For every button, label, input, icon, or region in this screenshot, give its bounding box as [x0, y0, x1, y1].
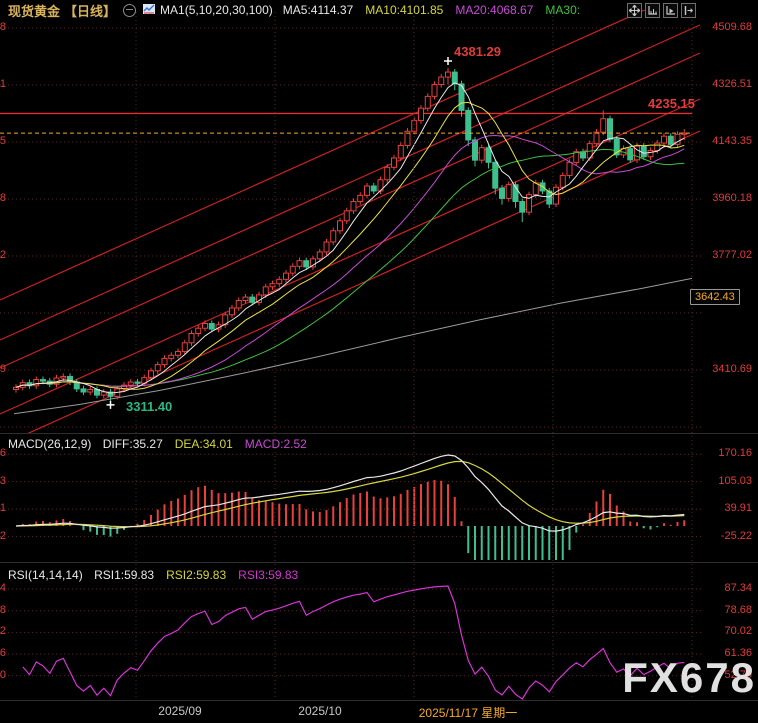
- rsi-axis-label-left: 78.68: [0, 603, 6, 616]
- collapse-icon[interactable]: [123, 3, 137, 17]
- ma-params-label: MA1(5,10,20,30,100): [160, 3, 273, 17]
- chart-type-icon[interactable]: [143, 3, 156, 18]
- macd-axis-label: -25.22: [720, 529, 752, 542]
- price-axis-label: 4509.68: [712, 21, 752, 33]
- indicator-play-icon[interactable]: [663, 3, 678, 18]
- rsi-axis-label: 87.34: [724, 582, 752, 594]
- price-axis-label-left: 3960.18: [0, 192, 6, 204]
- rsi-params-label: RSI(14,14,14): [8, 568, 83, 582]
- price-axis-label-left: 3777.02: [0, 249, 6, 261]
- macd-axis-label-left: 170.16: [0, 447, 6, 460]
- pane-divider: [0, 562, 758, 563]
- macd-params-label: MACD(26,12,9): [8, 437, 92, 451]
- price-axis-label-left: 4326.51: [0, 78, 6, 90]
- macd-legend-item: MACD:2.52: [244, 437, 307, 451]
- price-axis-label-left: 3410.69: [0, 363, 6, 375]
- rsi-legend: RSI(14,14,14) RSI1:59.83 RSI2:59.83 RSI3:5…: [8, 568, 310, 582]
- macd-axis-label: 39.91: [724, 502, 752, 515]
- time-axis-label: 2025/11/17 星期一: [418, 706, 518, 720]
- ma-legend: MA5:4114.37 MA10:4101.85 MA20:4068.67 MA30:: [283, 3, 592, 17]
- chart-window: 现货黄金 【日线】 MA1(5,10,20,30,100) MA5:4114.3…: [0, 0, 758, 723]
- axis-price-tag: 3642.43: [690, 289, 740, 305]
- rsi-axis-label-left: 61.36: [0, 647, 6, 660]
- low-price-label: 3311.40: [126, 399, 173, 414]
- rsi-legend-item: RSI2:59.83: [166, 568, 227, 582]
- rsi-axis-label-left: 70.02: [0, 625, 6, 638]
- pane-divider: [0, 433, 758, 434]
- price-axis-label: 3960.18: [712, 192, 752, 204]
- ma-legend-item: MA20:4068.67: [455, 3, 534, 17]
- ma-legend-item: MA30:: [545, 3, 581, 17]
- symbol-title: 现货黄金: [8, 3, 61, 19]
- macd-axis-label-left: 105.03: [0, 474, 6, 487]
- time-axis-label: 2025/09: [158, 704, 202, 718]
- move-icon[interactable]: [627, 3, 642, 18]
- timeframe-label: 【日线】: [64, 3, 117, 19]
- rsi-axis-label-left: 87.34: [0, 582, 6, 594]
- price-axis-label: 4143.35: [712, 135, 752, 147]
- peak-price-label: 4381.29: [454, 44, 501, 59]
- time-axis-label: 2025/10: [298, 704, 342, 718]
- macd-axis-label-left: 39.91: [0, 502, 6, 515]
- rsi-axis-label: 78.68: [724, 603, 752, 616]
- macd-legend-item: DEA:34.01: [174, 437, 233, 451]
- rsi-legend-item: RSI3:59.83: [238, 568, 299, 582]
- price-axis-label-left: 4509.68: [0, 21, 6, 33]
- watermark: FX678: [622, 654, 756, 701]
- macd-legend: MACD(26,12,9) DIFF:35.27 DEA:34.01 MACD:2.…: [8, 437, 319, 451]
- chart-toolbar: [627, 3, 696, 18]
- macd-axis-label-left: -25.22: [0, 529, 6, 542]
- indicator-window-icon[interactable]: [645, 3, 660, 18]
- rsi-legend-item: RSI1:59.83: [94, 568, 155, 582]
- rsi-axis-label: 70.02: [724, 625, 752, 638]
- price-axis-label: 3410.69: [712, 363, 752, 375]
- price-axis-label: 3777.02: [712, 249, 752, 261]
- ma-legend-item: MA10:4101.85: [365, 3, 444, 17]
- rsi-axis-label-left: 52.70: [0, 668, 6, 681]
- price-axis-label-left: 4143.35: [0, 135, 6, 147]
- resistance-price-label: 4235.15: [648, 96, 695, 111]
- exit-right-icon[interactable]: [681, 3, 696, 18]
- macd-axis-label: 170.16: [718, 447, 752, 460]
- macd-legend-item: DIFF:35.27: [102, 437, 163, 451]
- macd-axis-label: 105.03: [718, 474, 752, 487]
- ma-legend-item: MA5:4114.37: [282, 3, 354, 17]
- price-axis-label: 4326.51: [712, 78, 752, 90]
